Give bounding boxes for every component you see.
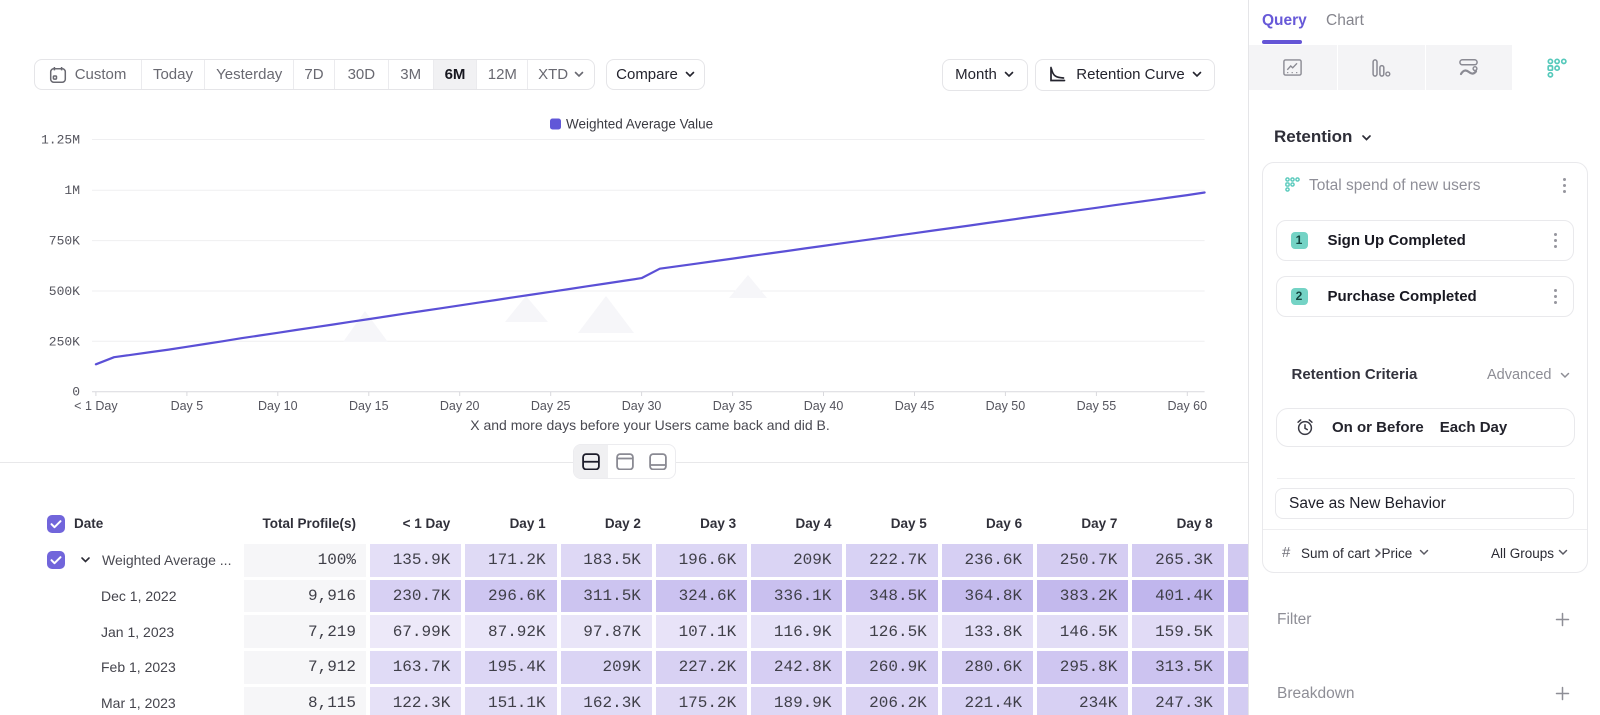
svg-text:Day 25: Day 25 — [531, 399, 571, 413]
svg-text:500K: 500K — [49, 284, 80, 299]
svg-text:Day 15: Day 15 — [349, 399, 389, 413]
svg-text:1.25M: 1.25M — [41, 133, 80, 148]
svg-text:Day 55: Day 55 — [1077, 399, 1117, 413]
svg-text:X and more days before your Us: X and more days before your Users came b… — [470, 417, 830, 433]
svg-text:250K: 250K — [49, 334, 80, 349]
svg-text:Day 30: Day 30 — [622, 399, 662, 413]
svg-text:Day 45: Day 45 — [895, 399, 935, 413]
svg-text:1M: 1M — [64, 183, 80, 198]
svg-text:Day 20: Day 20 — [440, 399, 480, 413]
svg-text:Weighted Average Value: Weighted Average Value — [566, 117, 713, 132]
svg-text:Day 10: Day 10 — [258, 399, 298, 413]
svg-text:Day 35: Day 35 — [713, 399, 753, 413]
svg-text:< 1 Day: < 1 Day — [74, 399, 118, 413]
svg-text:750K: 750K — [49, 234, 80, 249]
svg-text:0: 0 — [72, 385, 80, 400]
svg-text:Day 60: Day 60 — [1167, 399, 1207, 413]
svg-text:Day 50: Day 50 — [986, 399, 1026, 413]
svg-text:Day 40: Day 40 — [804, 399, 844, 413]
svg-text:Day 5: Day 5 — [171, 399, 204, 413]
